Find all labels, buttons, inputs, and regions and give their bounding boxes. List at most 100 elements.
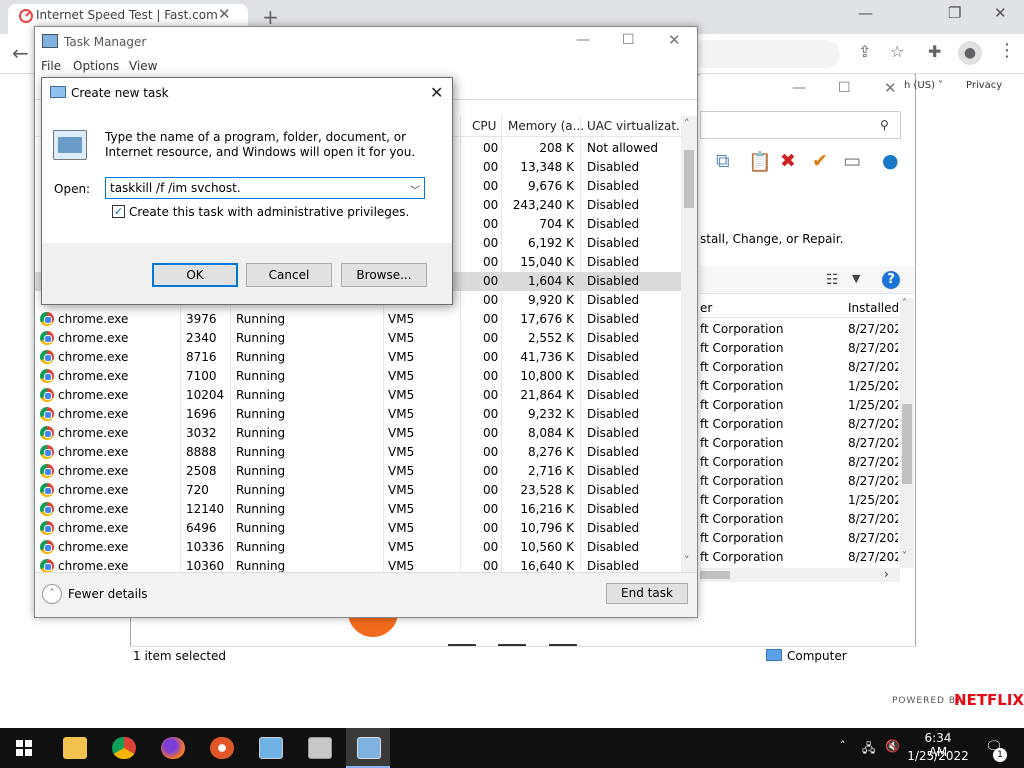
profile-avatar-icon[interactable]: ●: [958, 41, 982, 65]
program-row[interactable]: ft Corporation 8/27/2021: [700, 453, 900, 472]
delete-icon[interactable]: ✖: [780, 150, 796, 172]
app-icon[interactable]: [210, 737, 234, 759]
program-row[interactable]: ft Corporation 8/27/2021: [700, 472, 900, 491]
tm-maximize-icon[interactable]: ☐: [622, 32, 635, 48]
minimize-icon[interactable]: —: [858, 4, 873, 22]
process-row[interactable]: chrome.exe 720 Running VM5 00 23,528 K Disable…: [35, 481, 681, 500]
tab-close-icon[interactable]: ✕: [218, 5, 231, 23]
windows-start-icon[interactable]: [16, 740, 32, 756]
cpu-column-header[interactable]: CPU: [472, 119, 496, 133]
privacy-link[interactable]: Privacy: [966, 80, 1002, 91]
bg-search-input[interactable]: [700, 111, 901, 139]
process-row[interactable]: chrome.exe 8716 Running VM5 00 41,736 K Disabl…: [35, 348, 681, 367]
check-icon[interactable]: ✔: [812, 150, 828, 172]
bookmark-star-icon[interactable]: ☆: [890, 42, 904, 61]
bg-horizontal-scrollbar[interactable]: [700, 568, 900, 582]
chevron-up-icon[interactable]: ˄: [42, 584, 62, 604]
menu-file[interactable]: File: [41, 59, 61, 73]
close-window-icon[interactable]: ✕: [994, 4, 1007, 22]
open-input-value[interactable]: taskkill /f /im svchost.: [110, 181, 241, 195]
bg-close-icon[interactable]: ✕: [884, 79, 897, 97]
firefox-icon[interactable]: [161, 737, 185, 759]
network-icon[interactable]: 🖧: [862, 739, 875, 760]
share-icon[interactable]: ⇪: [858, 42, 871, 61]
tm-scroll-up-icon[interactable]: ˄: [684, 117, 690, 130]
back-icon[interactable]: ←: [12, 41, 29, 65]
program-row[interactable]: ft Corporation 8/27/2021: [700, 339, 900, 358]
bg-scroll-right-icon[interactable]: ›: [884, 567, 889, 581]
bg-maximize-icon[interactable]: ☐: [838, 80, 851, 96]
task-manager-taskbar-icon[interactable]: [357, 737, 381, 759]
help-icon[interactable]: ?: [882, 271, 900, 289]
clock-date[interactable]: 1/25/2022: [906, 749, 970, 763]
process-row[interactable]: chrome.exe 1696 Running VM5 00 9,232 K Disable…: [35, 405, 681, 424]
tm-scroll-down-icon[interactable]: ˅: [684, 554, 690, 567]
menu-options[interactable]: Options: [73, 59, 119, 73]
tm-scroll-thumb[interactable]: [684, 150, 694, 208]
process-row[interactable]: chrome.exe 2340 Running VM5 00 2,552 K Disable…: [35, 329, 681, 348]
uac-column-header[interactable]: UAC virtualizat...: [587, 119, 687, 133]
file-explorer-icon[interactable]: [63, 737, 87, 759]
menu-view[interactable]: View: [129, 59, 157, 73]
extensions-icon[interactable]: ✚: [928, 42, 941, 61]
browse-button[interactable]: Browse...: [341, 263, 427, 287]
tray-caret-icon[interactable]: ˄: [840, 739, 846, 752]
view-options-icon[interactable]: ☷: [826, 272, 839, 288]
end-task-button[interactable]: End task: [606, 583, 688, 604]
process-row[interactable]: chrome.exe 6496 Running VM5 00 10,796 K Disabl…: [35, 519, 681, 538]
process-row[interactable]: chrome.exe 3976 Running VM5 00 17,676 K Disabl…: [35, 310, 681, 329]
memory-column-header[interactable]: Memory (a...: [508, 119, 584, 133]
ok-button[interactable]: OK: [152, 263, 238, 287]
globe-icon[interactable]: ●: [882, 150, 899, 172]
process-row[interactable]: chrome.exe 8888 Running VM5 00 8,276 K Disable…: [35, 443, 681, 462]
process-row[interactable]: chrome.exe 10360 Running VM5 00 16,640 K Disab…: [35, 557, 681, 572]
bg-scroll-down-icon[interactable]: ˅: [902, 551, 907, 562]
chrome-taskbar-icon[interactable]: [112, 737, 136, 759]
dialog-close-icon[interactable]: ✕: [430, 83, 443, 102]
installed-on-column-header[interactable]: Installed O: [848, 301, 898, 315]
publisher-column-header[interactable]: er: [700, 301, 712, 315]
program-row[interactable]: ft Corporation 8/27/2021: [700, 510, 900, 529]
volume-muted-icon[interactable]: 🔇: [885, 739, 900, 753]
netflix-logo[interactable]: NETFLIX: [954, 691, 1024, 709]
properties-icon[interactable]: ▭: [843, 150, 861, 172]
program-row[interactable]: ft Corporation 8/27/2021: [700, 320, 900, 339]
process-row[interactable]: chrome.exe 3032 Running VM5 00 8,084 K Disable…: [35, 424, 681, 443]
restore-icon[interactable]: ❐: [948, 4, 961, 22]
cpu-cell: 00: [483, 198, 499, 212]
process-row[interactable]: chrome.exe 2508 Running VM5 00 2,716 K Disable…: [35, 462, 681, 481]
process-row[interactable]: chrome.exe 10336 Running VM5 00 10,560 K Disab…: [35, 538, 681, 557]
network-app-icon[interactable]: [308, 737, 332, 759]
bg-scroll-up-icon[interactable]: ˄: [902, 298, 907, 309]
bg-vertical-scroll-thumb[interactable]: [902, 404, 912, 484]
address-bar[interactable]: [690, 40, 840, 68]
program-row[interactable]: ft Corporation 1/25/2022: [700, 377, 900, 396]
dropdown-caret-icon[interactable]: ﹀: [410, 182, 420, 197]
program-row[interactable]: ft Corporation 8/27/2021: [700, 529, 900, 548]
copy-icon[interactable]: ⧉: [716, 150, 730, 172]
program-row[interactable]: ft Corporation 8/27/2021: [700, 358, 900, 377]
program-row[interactable]: ft Corporation 1/25/2022: [700, 491, 900, 510]
search-icon[interactable]: ⚲: [880, 118, 889, 132]
cpu-cell: 00: [483, 236, 499, 250]
fewer-details-button[interactable]: Fewer details: [68, 587, 148, 601]
program-row[interactable]: ft Corporation 8/27/2021: [700, 415, 900, 434]
view-caret-icon[interactable]: ▼: [852, 272, 860, 285]
cancel-button[interactable]: Cancel: [246, 263, 332, 287]
process-row[interactable]: chrome.exe 10204 Running VM5 00 21,864 K Disab…: [35, 386, 681, 405]
admin-privileges-checkbox[interactable]: ✓: [112, 205, 125, 218]
tm-close-icon[interactable]: ✕: [668, 31, 681, 49]
language-link[interactable]: h (US) ˅: [904, 80, 943, 91]
program-row[interactable]: ft Corporation 8/27/2021: [700, 548, 900, 567]
program-row[interactable]: ft Corporation 1/25/2022: [700, 396, 900, 415]
bg-minimize-icon[interactable]: —: [792, 80, 806, 96]
tm-minimize-icon[interactable]: —: [576, 32, 590, 48]
process-row[interactable]: chrome.exe 7100 Running VM5 00 10,800 K Disabl…: [35, 367, 681, 386]
menu-kebab-icon[interactable]: ⋮: [998, 40, 1016, 61]
paste-icon[interactable]: 📋: [748, 150, 772, 173]
admin-privileges-label[interactable]: Create this task with administrative pri…: [129, 205, 409, 219]
process-row[interactable]: chrome.exe 12140 Running VM5 00 16,216 K Disab…: [35, 500, 681, 519]
control-panel-icon[interactable]: [259, 737, 283, 759]
bg-horizontal-scroll-thumb[interactable]: [700, 571, 730, 579]
program-row[interactable]: ft Corporation 8/27/2021: [700, 434, 900, 453]
